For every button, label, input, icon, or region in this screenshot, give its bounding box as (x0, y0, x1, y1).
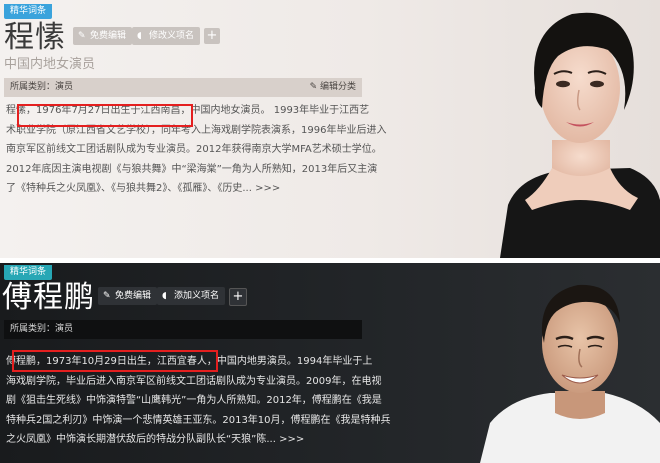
free-edit-button[interactable]: ✎ 免费编辑 (73, 27, 133, 45)
summary-line: 2012年底因主演电视剧《与狼共舞》中“梁海棠”一角为人所熟知，2013年后又主… (6, 163, 378, 175)
entry-title: 程愫 (4, 20, 66, 55)
category-bar: 所属类别：演员 ✎ 编辑分类 (4, 78, 362, 97)
highlight-box (17, 104, 193, 127)
summary-line: 了《特种兵之火凤凰》、《与狼共舞2》、《孤雁》、《历史... >>> (6, 183, 281, 194)
pencil-icon: ✎ (78, 31, 86, 41)
pencil-icon: ✎ (103, 291, 111, 301)
tag-icon: ◖ (137, 31, 142, 41)
add-button[interactable]: + (204, 28, 220, 44)
entry-panel-fu-chengpeng: 精华词条 傅程鹏 ✎ 免费编辑 ◖ 添加义项名 + 所属类别：演员 傅程鹏，1973… (0, 263, 660, 463)
summary-line: 南京军区前线文工团话剧队成为专业演员。2012年获得南京大学MFA艺术硕士学位。 (6, 144, 382, 155)
category-label: 所属类别：演员 (10, 82, 74, 92)
highlight-box (12, 350, 218, 372)
featured-badge: 精华词条 (4, 4, 53, 19)
edit-category-label: 编辑分类 (319, 82, 356, 92)
portrait-image (500, 12, 660, 258)
pencil-icon: ✎ (309, 82, 320, 92)
add-entry-name-button[interactable]: ◖ 添加义项名 (157, 287, 226, 305)
summary-line: 特种兵2国之利刃》中饰演一个悲情英雄王亚东。2013年10月，傅程鹏在《我是特种… (6, 414, 391, 426)
featured-badge: 精华词条 (4, 265, 53, 280)
category-label: 所属类别：演员 (10, 324, 74, 334)
free-edit-button[interactable]: ✎ 免费编辑 (98, 287, 158, 305)
entry-panel-cheng-su: 精华词条 程愫 ✎ 免费编辑 ◖ 修改义项名 + 中国内地女演员 所属类别：演员 ✎… (0, 0, 660, 258)
tag-icon: ◖ (162, 291, 167, 301)
add-entry-name-label: 添加义项名 (174, 291, 220, 301)
summary-line: 剧《狙击生死线》中饰演特警“山鹰韩光”一角为人所熟知。2012年，傅程鹏在《我是 (6, 395, 382, 406)
summary-line: 之火凤凰》中饰演长期潜伏敌后的特战分队副队长“天狼”陈... >>> (6, 434, 305, 445)
rename-entry-label: 修改义项名 (149, 31, 195, 41)
free-edit-label: 免费编辑 (90, 31, 127, 41)
summary-line: 海戏剧学院，毕业后进入南京军区前线文工团话剧队成为专业演员。2009年，在电视 (6, 375, 382, 387)
portrait-image (480, 284, 660, 463)
plus-icon: + (206, 28, 218, 43)
rename-entry-button[interactable]: ◖ 修改义项名 (132, 27, 201, 45)
entry-title: 傅程鹏 (2, 280, 95, 315)
add-button[interactable]: + (229, 288, 247, 306)
plus-icon: + (232, 289, 244, 304)
free-edit-label: 免费编辑 (115, 291, 152, 301)
entry-subtitle: 中国内地女演员 (4, 57, 96, 72)
category-bar: 所属类别：演员 (4, 320, 362, 339)
edit-category-link[interactable]: ✎ 编辑分类 (310, 78, 356, 97)
